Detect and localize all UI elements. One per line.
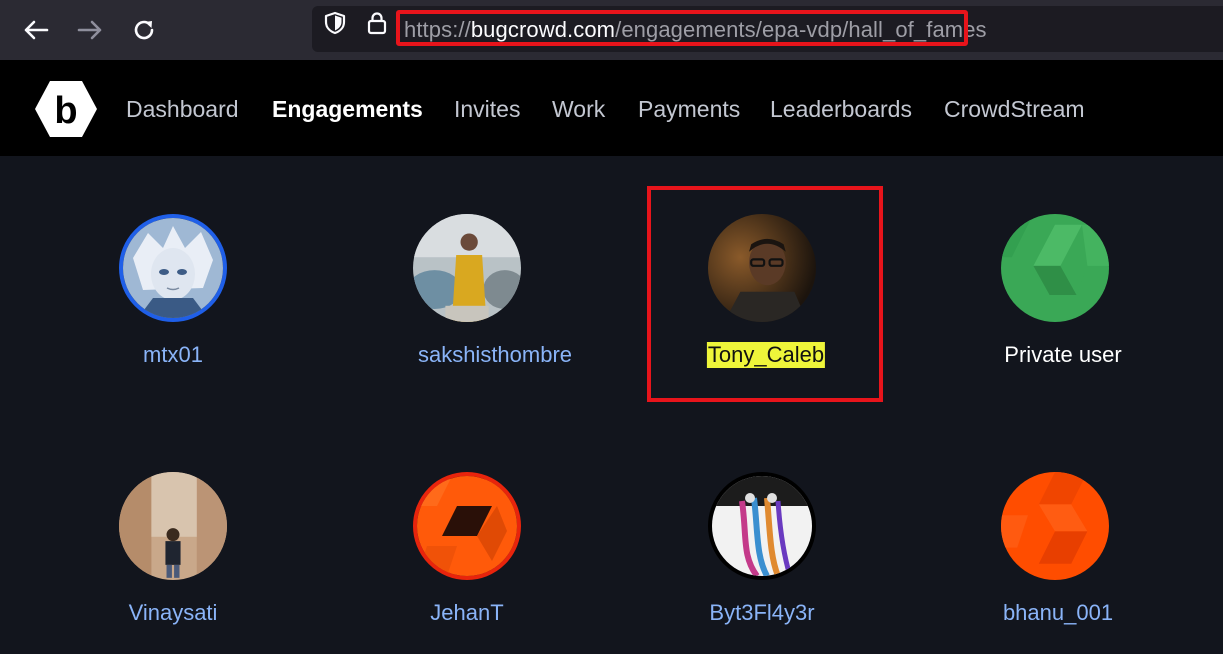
member-annotation-box [647,186,883,402]
forward-button[interactable] [72,12,108,48]
nav-dashboard[interactable]: Dashboard [126,96,239,123]
member-name[interactable]: mtx01 [143,342,203,368]
member-name[interactable]: Vinaysati [129,600,218,626]
photo-avatar-image [119,472,227,580]
member-avatar-sakshisthombre[interactable] [413,214,521,322]
nav-work[interactable]: Work [552,96,605,123]
nav-crowdstream[interactable]: CrowdStream [944,96,1085,123]
orange-pattern-image [1001,472,1109,580]
nav-payments[interactable]: Payments [638,96,740,123]
svg-text:b: b [54,90,77,132]
nav-invites[interactable]: Invites [454,96,520,123]
member-avatar-vinaysati[interactable] [119,472,227,580]
back-arrow-icon [24,20,49,40]
orange-pattern-image [417,476,517,576]
nav-engagements[interactable]: Engagements [272,96,423,123]
member-name: Private user [1004,342,1122,367]
url-annotation-box [396,10,968,46]
back-button[interactable] [18,12,54,48]
lock-icon[interactable] [365,11,389,35]
member-avatar-mtx01[interactable] [119,214,227,322]
bugcrowd-logo[interactable]: b [34,80,98,138]
member-name[interactable]: JehanT [430,600,503,626]
member-avatar-bhanu-001[interactable] [1001,472,1109,580]
member-name[interactable]: bhanu_001 [1003,600,1113,626]
anime-avatar-image [123,218,223,318]
member-avatar-byt3fl4y3r[interactable] [708,472,816,580]
member-name[interactable]: Byt3Fl4y3r [709,600,814,626]
abstract-avatar-image [712,476,812,576]
member-avatar-jehant[interactable] [413,472,521,580]
browser-toolbar: https://bugcrowd.com/engagements/epa-vdp… [0,0,1223,60]
member-avatar-private-user[interactable] [1001,214,1109,322]
member-name[interactable]: sakshisthombre [418,342,572,368]
private-user-pattern-image [1001,214,1109,322]
photo-avatar-image [413,214,521,322]
forward-arrow-icon [77,20,102,40]
reload-button[interactable] [126,12,162,48]
nav-leaderboards[interactable]: Leaderboards [770,96,912,123]
reload-icon [134,20,154,40]
shield-icon[interactable] [323,11,347,35]
